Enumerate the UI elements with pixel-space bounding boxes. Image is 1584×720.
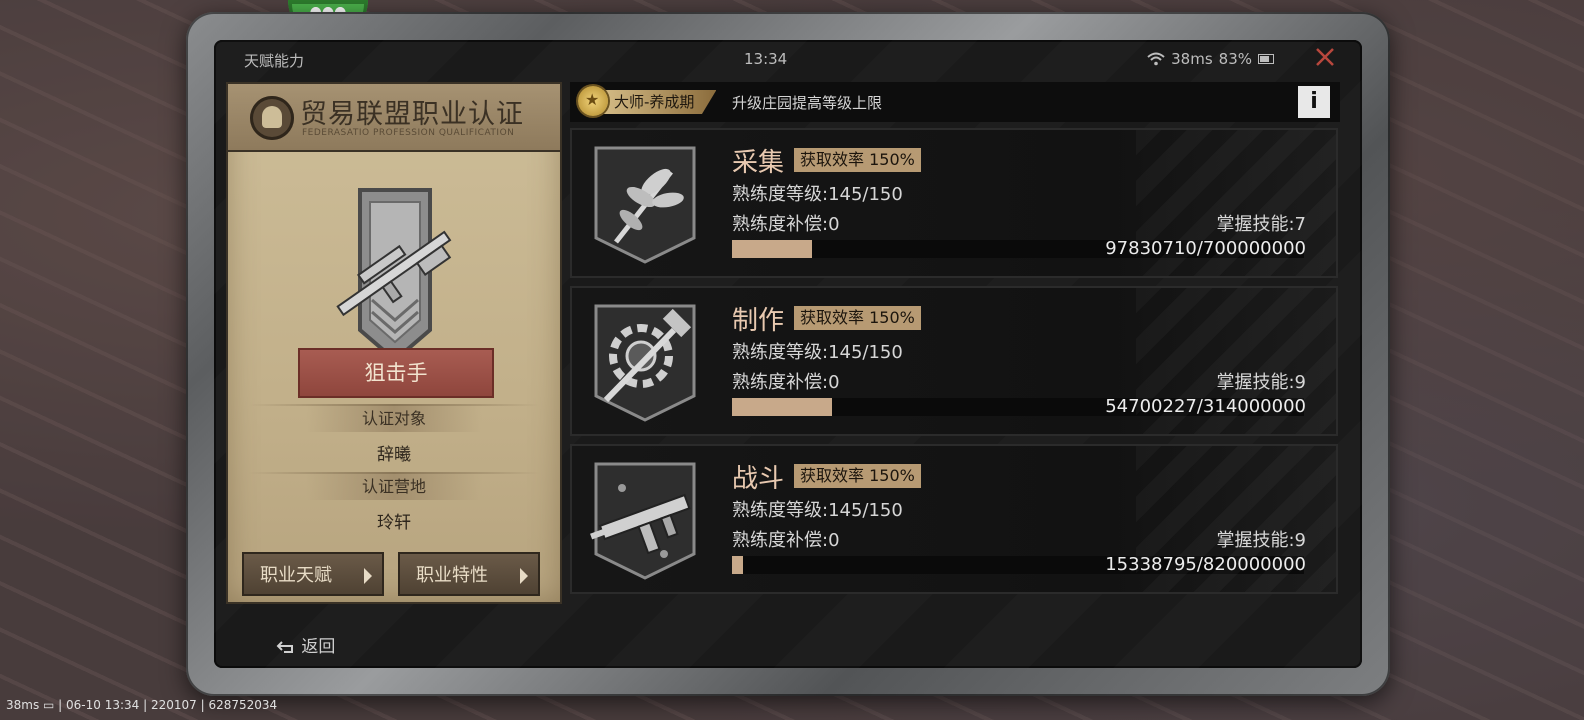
close-button[interactable] [1312, 46, 1338, 72]
skill-card-combat[interactable]: 战斗 获取效率 150% 熟练度等级:145/150 熟练度补偿:0 掌握技能:… [570, 444, 1338, 594]
proficiency-compensation: 熟练度补偿:0 [732, 530, 840, 551]
chevron-right-icon [520, 568, 528, 584]
target-label: 认证对象 [306, 406, 482, 432]
back-label: 返回 [301, 637, 336, 657]
career-trait-label: 职业特性 [416, 565, 488, 586]
camp-value: 玲轩 [377, 513, 411, 533]
leaf-icon [594, 146, 696, 264]
efficiency-tag: 获取效率 150% [794, 464, 921, 488]
career-talent-button[interactable]: 职业天赋 [242, 552, 384, 596]
rank-hint: 升级庄园提高等级上限 [732, 94, 883, 112]
proficiency-level: 熟练度等级:145/150 [732, 342, 903, 363]
skill-card-crafting[interactable]: 制作 获取效率 150% 熟练度等级:145/150 熟练度补偿:0 掌握技能:… [570, 286, 1338, 436]
progress-bar [732, 556, 1304, 574]
progress-fill [732, 398, 832, 416]
camp-label: 认证营地 [306, 474, 482, 500]
back-arrow-icon [276, 641, 293, 653]
screen-title: 天赋能力 [244, 52, 305, 70]
wifi-icon [1147, 52, 1165, 66]
battery-icon [1258, 54, 1274, 64]
ping-value: 38ms [1171, 50, 1213, 68]
mastered-skills: 掌握技能:9 [1216, 530, 1306, 551]
info-button[interactable]: i [1298, 86, 1330, 118]
status-right: 38ms 83% [1147, 50, 1274, 68]
clock: 13:34 [744, 50, 788, 68]
proficiency-compensation: 熟练度补偿:0 [732, 372, 840, 393]
progress-bar [732, 240, 1304, 258]
star-medal-icon [578, 86, 608, 116]
chevron-right-icon [364, 568, 372, 584]
sniper-rifle-badge-icon [336, 188, 452, 363]
progress-fill [732, 240, 812, 258]
debug-overlay: 38ms ▭ | 06-10 13:34 | 220107 | 62875203… [6, 698, 278, 712]
gear-hammer-icon [594, 304, 696, 422]
proficiency-level: 熟练度等级:145/150 [732, 500, 903, 521]
progress-text: 15338795/820000000 [1105, 554, 1306, 575]
federation-emblem-icon [250, 96, 294, 140]
battery-percent: 83% [1218, 50, 1252, 68]
mastered-skills: 掌握技能:7 [1216, 214, 1306, 235]
progress-bar [732, 398, 1304, 416]
skill-card-gathering[interactable]: 采集 获取效率 150% 熟练度等级:145/150 熟练度补偿:0 掌握技能:… [570, 128, 1338, 278]
rank-tag: 大师-养成期 [596, 90, 717, 114]
efficiency-tag: 获取效率 150% [794, 306, 921, 330]
class-name-badge: 狙击手 [298, 348, 494, 398]
mastered-skills: 掌握技能:9 [1216, 372, 1306, 393]
skill-name: 采集 [732, 148, 785, 178]
progress-text: 54700227/314000000 [1105, 396, 1306, 417]
certificate-panel: 贸易联盟职业认证 FEDERASATIO PROFESSION QUALIFIC… [226, 82, 562, 604]
progress-text: 97830710/700000000 [1105, 238, 1306, 259]
proficiency-level: 熟练度等级:145/150 [732, 184, 903, 205]
rank-bar: 大师-养成期 升级庄园提高等级上限 i [570, 82, 1340, 122]
career-talent-label: 职业天赋 [260, 565, 332, 586]
certificate-title: 贸易联盟职业认证 [300, 99, 524, 130]
tablet-frame: 天赋能力 13:34 38ms 83% 贸易联盟职业认证 FEDERASATIO… [186, 12, 1390, 696]
progress-fill [732, 556, 743, 574]
target-value: 辞曦 [377, 445, 411, 465]
status-bar: 天赋能力 13:34 38ms 83% [214, 40, 1362, 80]
skill-name: 战斗 [732, 464, 785, 494]
efficiency-tag: 获取效率 150% [794, 148, 921, 172]
certificate-header: 贸易联盟职业认证 FEDERASATIO PROFESSION QUALIFIC… [228, 84, 560, 152]
skill-name: 制作 [732, 306, 785, 336]
proficiency-compensation: 熟练度补偿:0 [732, 214, 840, 235]
screen: 天赋能力 13:34 38ms 83% 贸易联盟职业认证 FEDERASATIO… [214, 40, 1362, 668]
certificate-subtitle: FEDERASATIO PROFESSION QUALIFICATION [302, 128, 515, 138]
close-icon [1316, 48, 1334, 66]
smg-icon [590, 462, 696, 580]
back-button[interactable]: 返回 [276, 632, 335, 657]
career-trait-button[interactable]: 职业特性 [398, 552, 540, 596]
